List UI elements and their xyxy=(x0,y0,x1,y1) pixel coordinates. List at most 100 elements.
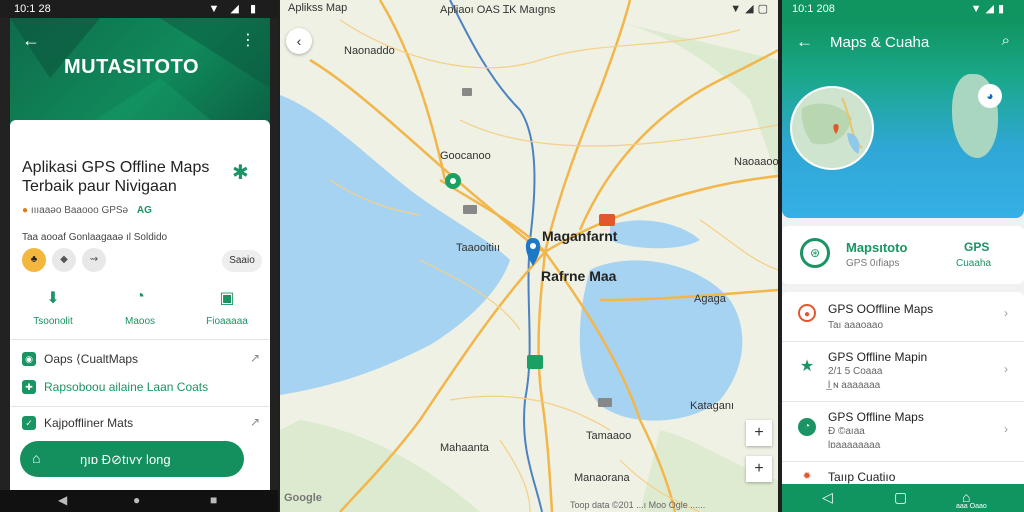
list-item-title: GPS Offline Mapin xyxy=(828,350,928,364)
app-detail-screen: 10:1 28 ▼ ◢ ▮ ← ⋮ MUTASITOTO Aplikasi GP… xyxy=(0,0,278,512)
map-label: Mahaanta xyxy=(440,442,489,454)
app-card[interactable]: ⊛ Mapsıtoto GPS 0ıfiaps GPS Cuaaha xyxy=(782,226,1024,284)
download-icon: ⬇ xyxy=(46,290,60,307)
map-label: Naonaddo xyxy=(344,45,395,57)
google-logo: Google xyxy=(284,492,322,504)
app-logo-icon: ⊛ xyxy=(800,238,830,268)
list-item-subtitle: Ɖ ©aıaa xyxy=(828,426,865,437)
app-header: ← ⋮ MUTASITOTO xyxy=(10,18,270,136)
action-download[interactable]: ⬇ Tsoonolit xyxy=(10,288,96,327)
list-item-title: Taııp Cuatiıo xyxy=(828,470,896,484)
status-bar: Aplikss Map Apliaoı OAS ꞮK Maıgns ▼◢▢ xyxy=(280,0,778,17)
app-info-card: Aplikasi GPS Offline Maps Terbaik paur N… xyxy=(10,120,270,490)
nav-home-icon[interactable]: ● xyxy=(133,493,140,507)
map-label: Manaorana xyxy=(574,472,630,484)
gear-icon[interactable]: ✱ xyxy=(232,160,249,185)
app-subtitle: GPS 0ıfiaps xyxy=(846,258,900,269)
primary-action-button[interactable]: ⌂ ŋıɒ Ɖ⊘tıvʏ long xyxy=(20,441,244,477)
status-bar: 10:1 208 ▼◢▮ xyxy=(782,0,1024,18)
maps-list: ● GPS OOffline Maps Taı aaaoaao › ★ GPS … xyxy=(782,292,1024,492)
back-arrow-icon[interactable]: ← xyxy=(796,32,813,52)
location-button[interactable]: ◕ xyxy=(978,84,1002,108)
maps-icon: ◉ xyxy=(22,352,36,366)
list-item-subtitle: Taı aaaoaao xyxy=(828,320,884,331)
list-item-meta: Ɩɒaaaaaaaa xyxy=(828,440,881,451)
map-label: Taaooitiıı xyxy=(456,242,501,254)
status-bar: 10:1 28 ▼ ◢ ▮ xyxy=(0,0,278,18)
app-description: Taa aooaf Gonlaagaaə ıl Soldido xyxy=(22,232,168,243)
image-icon: ▣ xyxy=(219,290,235,307)
maps-header: ← Maps & Cuaha ⌕ ◕ xyxy=(782,18,1024,218)
status-title: Apliaoı OAS ꞮK Maıgns xyxy=(440,4,556,16)
chevron-right-icon: › xyxy=(1004,306,1008,320)
nav-back-icon[interactable]: ◀ xyxy=(58,493,67,507)
map-label: Goocanoo xyxy=(440,150,491,162)
list-item[interactable]: ● GPS OOffline Maps Taı aaaoaao › xyxy=(782,292,1024,342)
arrow-icon[interactable]: ⇝ xyxy=(82,248,106,272)
map-label: Agaga xyxy=(694,293,726,305)
list-item[interactable]: ✓ Kajpoffliner Mats ↗ xyxy=(10,412,270,438)
app-name: Mapsıtoto xyxy=(846,240,908,255)
tag-icon[interactable]: ◆ xyxy=(52,248,76,272)
list-item-meta: Ɩ̲ ɴ aaaaaaa xyxy=(828,380,881,391)
list-item-title: GPS OOffline Maps xyxy=(828,302,934,316)
list-item-title: GPS Offline Maps xyxy=(828,410,924,424)
map-canvas[interactable] xyxy=(280,0,778,512)
status-icons: ▼◢▢ xyxy=(730,3,772,15)
bottom-nav-bar: ◁ ▢ ⌂ aaa Oaao xyxy=(782,484,1024,512)
list-item[interactable]: ★ GPS Offline Mapin 2/1 5 Coaaa Ɩ̲ ɴ aaa… xyxy=(782,342,1024,402)
status-time: 10:1 28 xyxy=(14,3,51,15)
action-image[interactable]: ▣ Fioaaaaa xyxy=(184,288,270,327)
tree-icon[interactable]: ♣ xyxy=(22,248,46,272)
app-title: Aplikasi GPS Offline Maps Terbaik paur N… xyxy=(22,159,210,195)
chevron-right-icon: › xyxy=(1004,362,1008,376)
list-item[interactable]: ◔ GPS Offline Maps Ɖ ©aıaa Ɩɒaaaaaaaa › xyxy=(782,402,1024,462)
chat-icon: ◔ xyxy=(798,418,816,436)
chip-pill[interactable]: Saaio xyxy=(222,250,262,272)
list-item-subtitle: 2/1 5 Coaaa xyxy=(828,366,883,377)
back-arrow-icon[interactable]: ← xyxy=(22,30,40,51)
chevron-right-icon: ↗ xyxy=(249,415,260,429)
search-icon[interactable]: ⌕ xyxy=(1002,32,1010,49)
list-item[interactable]: ◉ Oaps ⟨CualtMaps ↗ xyxy=(10,348,270,374)
map-pin-icon: ✚ xyxy=(22,380,36,394)
map-label: Naoaaoo xyxy=(734,156,778,168)
star-icon: ★ xyxy=(799,358,815,375)
app-meta: ● ıııaaəo Baaooo GPSə AG xyxy=(22,205,152,216)
zoom-in-button[interactable]: + xyxy=(746,420,772,446)
meta-tag: AG xyxy=(136,205,152,216)
action-chat[interactable]: ◔ Maoos xyxy=(97,288,183,327)
map-back-button[interactable]: ‹ xyxy=(286,28,312,54)
list-item-label: Oaps ⟨CualtMaps xyxy=(44,352,139,366)
screen-title: Maps & Cuaha xyxy=(830,34,930,51)
map-icon: ⌂ xyxy=(32,450,41,466)
chat-icon: ◔ xyxy=(135,288,145,305)
list-item[interactable]: ✚ Rapsoboou ailaine Laan Coats xyxy=(10,376,270,402)
list-item-label: Kajpoffliner Mats xyxy=(44,416,134,430)
chevron-right-icon: › xyxy=(1004,422,1008,436)
button-label: ŋıɒ Ɖ⊘tıvʏ long xyxy=(80,452,171,467)
map-screen[interactable]: Aplikss Map Apliaoı OAS ꞮK Maıgns ▼◢▢ ‹ … xyxy=(280,0,778,512)
rating-dot-icon: ● xyxy=(22,205,29,216)
chip-row: ♣ ◆ ⇝ Saaio xyxy=(22,248,262,274)
zoom-out-button[interactable]: + xyxy=(746,456,772,482)
more-vert-icon[interactable]: ⋮ xyxy=(240,30,256,50)
map-label: Rafrne Maa xyxy=(541,268,617,284)
nav-recent-icon[interactable]: ■ xyxy=(210,493,217,507)
meta-text: ıııaaəo Baaooo GPSə xyxy=(30,205,129,216)
location-icon: ● xyxy=(798,304,816,322)
action-row: ⬇ Tsoonolit ◔ Maoos ▣ Fioaaaaa xyxy=(10,288,270,340)
action-label: Tsoonolit xyxy=(33,316,73,327)
gps-badge: GPS xyxy=(964,240,990,254)
list-item-label: Rapsoboou ailaine Laan Coats xyxy=(44,380,209,394)
status-time: 10:1 208 xyxy=(792,3,835,15)
check-icon: ✓ xyxy=(22,416,36,430)
status-icons: ▼◢▮ xyxy=(970,3,1008,15)
app-brand: MUTASITOTO xyxy=(64,56,199,78)
nav-back-icon[interactable]: ◁ xyxy=(822,489,833,506)
nav-home-icon[interactable]: ▢ xyxy=(894,489,907,506)
maps-list-screen: 10:1 208 ▼◢▮ ← Maps & Cuaha ⌕ ◕ ⊛ Mapsıt… xyxy=(782,0,1024,512)
status-icons: ▼ ◢ ▮ xyxy=(208,3,260,15)
gps-badge-sub: Cuaaha xyxy=(956,258,992,269)
divider xyxy=(10,406,270,407)
